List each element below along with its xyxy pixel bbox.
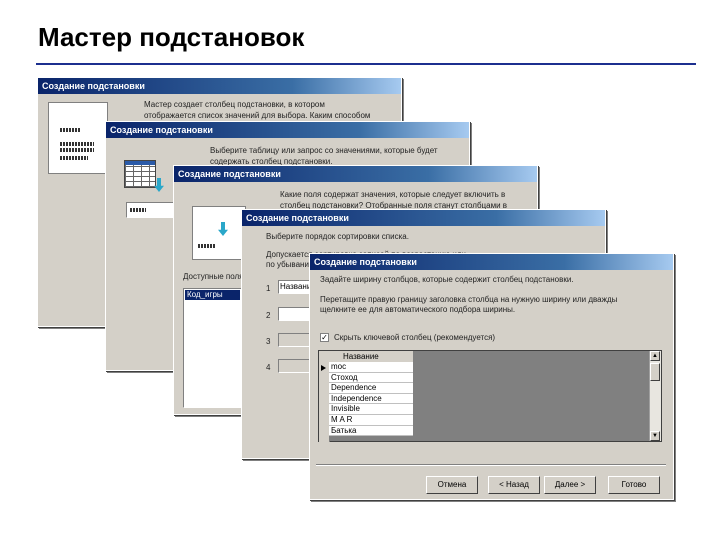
dialog-4-text-1: Выберите порядок сортировки списка. (266, 232, 409, 241)
dialog-1-preview-row (60, 142, 94, 146)
next-button[interactable]: Далее > (544, 476, 596, 494)
dialog-1-text-2: отображается список значений для выбора.… (144, 111, 371, 120)
sort-field-select-2[interactable] (278, 307, 312, 321)
sort-row-number: 4 (266, 363, 271, 372)
scroll-thumb[interactable] (650, 363, 660, 381)
dialog-2-text-1: Выберите таблицу или запрос со значениям… (210, 146, 438, 155)
sort-field-select-1[interactable]: Название (278, 280, 312, 294)
cancel-button[interactable]: Отмена (426, 476, 478, 494)
grid-row[interactable]: Invisible (329, 404, 413, 415)
title-underline (36, 63, 696, 65)
dialog-5-title: Создание подстановки (310, 254, 673, 270)
sort-field-value: Название (280, 282, 311, 291)
button-bar: Отмена < Назад Далее > Готово (310, 476, 673, 496)
dialog-3-text-1: Какие поля содержат значения, которые сл… (280, 190, 506, 199)
table-icon (124, 160, 156, 188)
column-width-grid[interactable]: Название moc Стоход Dependence Independe… (318, 350, 662, 442)
dialog-1-preview-row (60, 156, 88, 160)
dialog-5-text-1: Задайте ширину столбцов, которые содержи… (320, 275, 574, 284)
sort-field-select-4[interactable] (278, 359, 312, 373)
scroll-down-icon[interactable]: ▼ (650, 431, 660, 441)
grid-column-header-label: Название (343, 352, 379, 361)
scroll-up-icon[interactable]: ▲ (650, 351, 660, 361)
dialog-5-text-3: щелкните ее для автоматического подбора … (320, 305, 516, 314)
grid-rows: moc Стоход Dependence Independence Invis… (329, 362, 413, 437)
dialog-1-preview-row (60, 148, 94, 152)
sort-row-number: 2 (266, 311, 271, 320)
wizard-dialog-5: Создание подстановки Задайте ширину стол… (309, 253, 674, 500)
grid-row[interactable]: Батька (329, 425, 413, 437)
grid-vertical-scrollbar[interactable]: ▲ ▼ (649, 351, 661, 441)
dialog-3-preview-row (198, 244, 216, 248)
hide-key-column-checkbox[interactable]: ✓ (320, 333, 329, 342)
dialog-1-preview-row (60, 128, 80, 132)
grid-row[interactable]: Стоход (329, 372, 413, 384)
slide-title: Мастер подстановок (38, 22, 305, 52)
grid-row[interactable]: Dependence (329, 383, 413, 394)
grid-row[interactable]: M A R (329, 414, 413, 426)
dialog-3-preview (192, 206, 246, 260)
available-fields-item[interactable]: Код_игры (185, 290, 240, 300)
dialog-1-text-1: Мастер создает столбец подстановки, в ко… (144, 100, 325, 109)
sort-field-select-3[interactable] (278, 333, 312, 347)
dialog-5-divider (316, 464, 666, 465)
grid-row[interactable]: moc (329, 362, 413, 373)
back-button[interactable]: < Назад (488, 476, 540, 494)
hide-key-column-label[interactable]: Скрыть ключевой столбец (рекомендуется) (334, 333, 495, 342)
sort-row-number: 3 (266, 337, 271, 346)
dialog-1-title: Создание подстановки (38, 78, 401, 94)
dialog-4-title: Создание подстановки (242, 210, 605, 226)
current-record-icon (321, 365, 326, 371)
dialog-2-title: Создание подстановки (106, 122, 469, 138)
dialog-1-preview (48, 102, 108, 174)
sort-row-number: 1 (266, 284, 271, 293)
dialog-5-text-2: Перетащите правую границу заголовка стол… (320, 295, 618, 304)
available-fields-label: Доступные поля: (183, 272, 246, 281)
finish-button[interactable]: Готово (608, 476, 660, 494)
grid-row[interactable]: Independence (329, 393, 413, 405)
dialog-2-preview-row (130, 208, 146, 212)
dialog-3-title: Создание подстановки (174, 166, 537, 182)
available-fields-list[interactable] (183, 288, 243, 408)
